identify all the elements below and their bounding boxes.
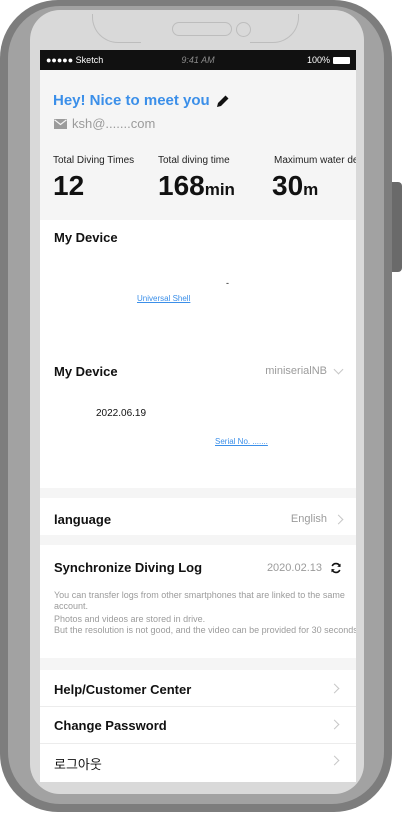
- email-text: ksh@.......com: [72, 116, 156, 131]
- serial-number-link[interactable]: Serial No. .......: [215, 437, 268, 446]
- stat-unit: m: [303, 180, 319, 199]
- stat-label-depth: Maximum water depth: [274, 155, 356, 166]
- stat-number: 168: [158, 170, 205, 201]
- sync-note-2: Photos and videos are stored in drive.: [54, 614, 206, 624]
- email-row: ksh@.......com: [54, 116, 155, 131]
- device-model: miniserialNB: [265, 365, 327, 377]
- stat-label-time: Total diving time: [158, 155, 230, 166]
- sync-icon[interactable]: [330, 562, 342, 574]
- chevron-right-icon: [329, 683, 340, 694]
- menu-logout[interactable]: 로그아웃: [40, 744, 356, 780]
- stat-number: 12: [53, 170, 85, 201]
- device-model-select[interactable]: miniserialNB: [265, 364, 344, 377]
- change-password-label: Change Password: [54, 718, 167, 733]
- stat-number: 30: [272, 170, 304, 201]
- chevron-right-icon: [333, 514, 344, 524]
- section-gap: [40, 535, 356, 545]
- section-gap: [40, 658, 356, 670]
- chevron-right-icon: [329, 755, 340, 766]
- sync-row: 2020.02.13: [267, 562, 342, 574]
- greeting-text: Hey! Nice to meet you: [53, 92, 210, 109]
- edit-pencil-icon[interactable]: [216, 94, 230, 108]
- universal-shell-link[interactable]: Universal Shell: [137, 294, 190, 303]
- sync-title: Synchronize Diving Log: [54, 560, 203, 575]
- language-title: language: [54, 512, 112, 527]
- language-value: English: [290, 513, 327, 525]
- speaker-grille: [172, 22, 232, 36]
- app-screen: ●●●●● Sketch 9:41 AM 100% Hey! Nice to m…: [40, 50, 356, 782]
- battery-icon: [333, 56, 350, 64]
- my-device-title: My Device: [54, 230, 118, 245]
- stat-value-time: 168min: [158, 170, 235, 202]
- mail-icon: [54, 118, 67, 129]
- language-row[interactable]: language English: [40, 498, 356, 535]
- language-value-row: English: [290, 513, 344, 525]
- section-gap: [40, 488, 356, 498]
- status-bar: ●●●●● Sketch 9:41 AM 100%: [40, 50, 356, 70]
- my-device-title-2: My Device: [54, 364, 118, 379]
- stat-unit: min: [204, 180, 235, 199]
- side-button: [392, 182, 402, 272]
- sync-date: 2020.02.13: [266, 562, 322, 574]
- front-camera: [236, 22, 251, 37]
- chevron-down-icon: [333, 364, 344, 375]
- greeting-row: Hey! Nice to meet you: [53, 92, 230, 109]
- stat-value-depth: 30m: [272, 170, 318, 202]
- sync-note-3: But the resolution is not good, and the …: [54, 625, 356, 635]
- sync-note-1: You can transfer logs from other smartph…: [54, 590, 345, 611]
- stat-value-dives: 12: [53, 170, 84, 202]
- dash-mark: -: [226, 278, 229, 288]
- battery-status: 100%: [307, 55, 350, 65]
- stat-label-dives: Total Diving Times: [53, 155, 135, 166]
- battery-percent: 100%: [306, 55, 330, 65]
- phone-frame: ●●●●● Sketch 9:41 AM 100% Hey! Nice to m…: [0, 0, 402, 815]
- help-label: Help/Customer Center: [54, 682, 192, 697]
- logout-label: 로그아웃: [54, 757, 102, 772]
- device-date: 2022.06.19: [96, 408, 147, 419]
- menu-help[interactable]: Help/Customer Center: [40, 670, 356, 706]
- menu-change-password[interactable]: Change Password: [40, 707, 356, 743]
- chevron-right-icon: [329, 719, 340, 730]
